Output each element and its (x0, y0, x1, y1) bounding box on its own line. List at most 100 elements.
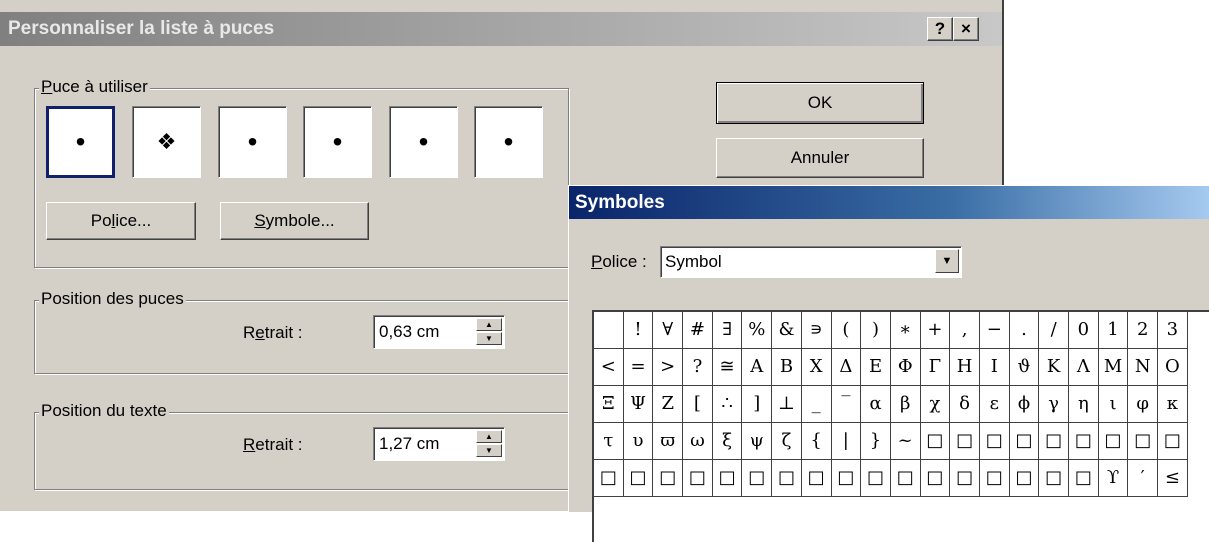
bullet-indent-spinner[interactable]: 0,63 cm ▲ ▼ (373, 315, 505, 349)
symbol-cell[interactable] (594, 312, 624, 349)
close-button[interactable]: × (953, 17, 979, 41)
symbol-cell[interactable]: □ (920, 423, 951, 460)
bullet-option-2[interactable]: ❖ (132, 106, 201, 178)
symbol-cell[interactable]: . (1009, 312, 1040, 349)
symbol-cell[interactable]: ! (623, 312, 654, 349)
police-button[interactable]: Police... (46, 202, 196, 240)
symbol-cell[interactable]: _ (801, 386, 832, 423)
symbol-cell[interactable]: □ (1128, 423, 1159, 460)
symbol-cell[interactable]: □ (1098, 423, 1129, 460)
symbol-cell[interactable]: Ν (1128, 349, 1159, 386)
symbol-cell[interactable]: } (861, 423, 891, 460)
symbol-cell[interactable]: ε (979, 386, 1010, 423)
symbol-cell[interactable]: # (683, 312, 713, 349)
bullet-option-4[interactable]: • (303, 106, 372, 178)
symbol-cell[interactable]: Ο (1158, 349, 1188, 386)
symbol-cell[interactable]: ∃ (712, 312, 743, 349)
symbol-cell[interactable]: β (890, 386, 921, 423)
symbol-cell[interactable]: Ι (979, 349, 1010, 386)
symbol-cell[interactable]: □ (801, 460, 832, 497)
symbol-cell[interactable]: Ξ (594, 386, 624, 423)
symbol-cell[interactable]: ξ (712, 423, 743, 460)
symbol-cell[interactable]: = (623, 349, 654, 386)
symbol-cell[interactable]: > (653, 349, 684, 386)
symbol-cell[interactable]: 3 (1158, 312, 1188, 349)
symbol-cell[interactable]: □ (1069, 460, 1099, 497)
symbol-cell[interactable]: □ (1158, 423, 1188, 460)
symbol-cell[interactable]: Ζ (653, 386, 684, 423)
symbol-cell[interactable]: < (594, 349, 624, 386)
symbol-cell[interactable]: □ (920, 460, 951, 497)
symbol-cell[interactable]: ϑ (1009, 349, 1040, 386)
symbol-cell[interactable]: ω (683, 423, 713, 460)
symbol-cell[interactable]: □ (1039, 460, 1069, 497)
symbol-cell[interactable]: Β (772, 349, 802, 386)
symbol-cell[interactable]: Η (950, 349, 980, 386)
symbol-cell[interactable]: ≅ (712, 349, 743, 386)
symbole-button[interactable]: Symbole... (220, 202, 369, 240)
symbol-cell[interactable]: ? (683, 349, 713, 386)
symbol-cell[interactable]: □ (623, 460, 654, 497)
symbol-cell[interactable]: ∗ (890, 312, 921, 349)
symbol-cell[interactable]: Γ (920, 349, 951, 386)
help-button[interactable]: ? (927, 17, 953, 41)
symbol-cell[interactable]: Φ (890, 349, 921, 386)
bullet-option-3[interactable]: • (218, 106, 287, 178)
ok-button[interactable]: OK (716, 82, 924, 124)
symbol-cell[interactable]: ~ (890, 423, 921, 460)
symbol-cell[interactable]: □ (950, 423, 980, 460)
symbol-cell[interactable]: □ (653, 460, 684, 497)
symbol-cell[interactable]: ψ (742, 423, 773, 460)
symbol-cell[interactable]: Δ (831, 349, 862, 386)
symbol-cell[interactable]: γ (1039, 386, 1069, 423)
symbol-cell[interactable]: ϒ (1098, 460, 1129, 497)
symbol-cell[interactable]: Α (742, 349, 773, 386)
symbol-cell[interactable]: τ (594, 423, 624, 460)
symbol-cell[interactable]: Μ (1098, 349, 1129, 386)
symbol-cell[interactable]: ] (742, 386, 773, 423)
symbol-cell[interactable]: η (1069, 386, 1099, 423)
symbol-cell[interactable]: □ (831, 460, 862, 497)
symbol-cell[interactable]: □ (1039, 423, 1069, 460)
chevron-down-icon[interactable]: ▼ (935, 249, 959, 273)
symbol-cell[interactable]: ι (1098, 386, 1129, 423)
symbol-cell[interactable]: υ (623, 423, 654, 460)
symbol-cell[interactable]: & (772, 312, 802, 349)
symbol-cell[interactable]: − (979, 312, 1010, 349)
symbol-cell[interactable]: ‾ (831, 386, 862, 423)
symbol-cell[interactable]: Ε (861, 349, 891, 386)
symbol-cell[interactable]: ϕ (1009, 386, 1040, 423)
spin-down-icon[interactable]: ▼ (476, 332, 502, 345)
symbol-cell[interactable]: Κ (1039, 349, 1069, 386)
symbol-cell[interactable]: Ψ (623, 386, 654, 423)
symbol-cell[interactable]: □ (1009, 423, 1040, 460)
symbol-cell[interactable]: ∀ (653, 312, 684, 349)
bullet-option-1[interactable]: • (46, 106, 115, 178)
symbol-cell[interactable]: 2 (1128, 312, 1159, 349)
symbol-cell[interactable]: ( (831, 312, 862, 349)
symbol-cell[interactable]: ⊥ (772, 386, 802, 423)
symbol-cell[interactable]: / (1039, 312, 1069, 349)
symbol-cell[interactable]: | (831, 423, 862, 460)
symbol-cell[interactable]: □ (950, 460, 980, 497)
symbol-cell[interactable]: □ (890, 460, 921, 497)
cancel-button[interactable]: Annuler (716, 138, 924, 178)
bullet-option-6[interactable]: • (474, 106, 543, 178)
bullet-option-5[interactable]: • (389, 106, 458, 178)
symbol-cell[interactable]: □ (712, 460, 743, 497)
symbol-cell[interactable]: δ (950, 386, 980, 423)
symbol-cell[interactable]: ∍ (801, 312, 832, 349)
text-indent-spinner[interactable]: 1,27 cm ▲ ▼ (373, 427, 505, 461)
symbol-cell[interactable]: φ (1128, 386, 1159, 423)
symbol-cell[interactable]: ζ (772, 423, 802, 460)
symbol-cell[interactable]: , (950, 312, 980, 349)
symbol-cell[interactable]: □ (772, 460, 802, 497)
symbol-cell[interactable]: □ (979, 423, 1010, 460)
symbol-cell[interactable]: □ (594, 460, 624, 497)
spin-up-icon[interactable]: ▲ (476, 318, 502, 331)
symbol-cell[interactable]: □ (861, 460, 891, 497)
symbol-cell[interactable]: χ (920, 386, 951, 423)
symbol-cell[interactable]: □ (979, 460, 1010, 497)
symbol-cell[interactable]: Χ (801, 349, 832, 386)
symbol-cell[interactable]: 1 (1098, 312, 1129, 349)
